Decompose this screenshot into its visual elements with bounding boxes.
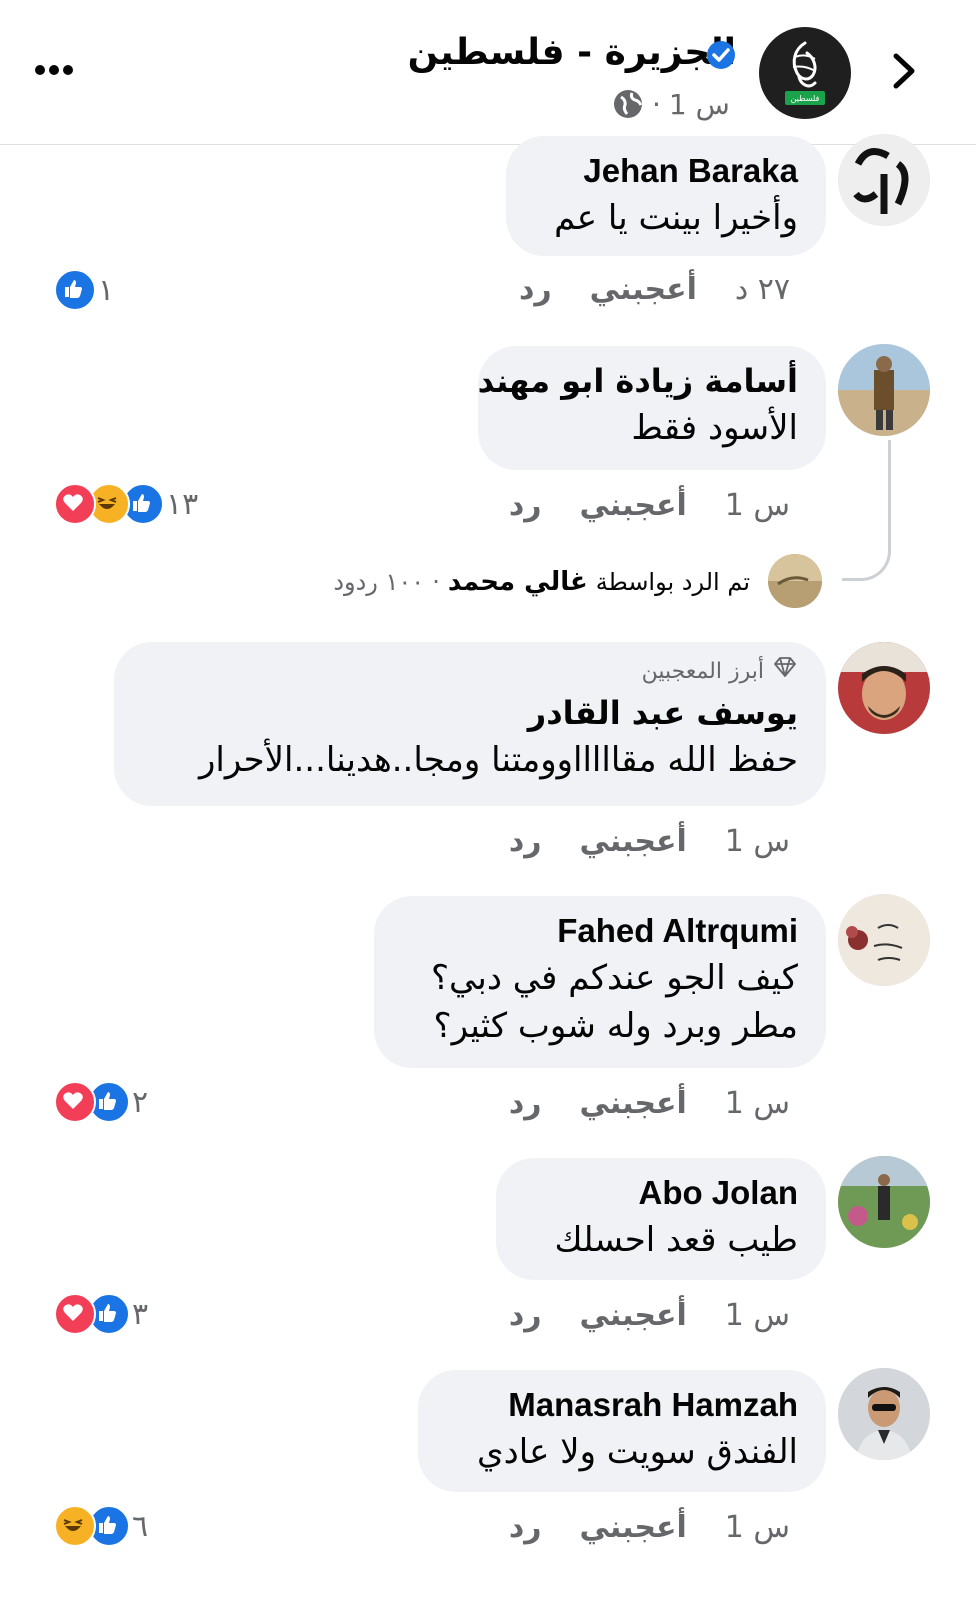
avatar[interactable] [838,894,930,986]
reply-button[interactable]: رد [509,1510,542,1545]
reaction-count: ٣ [132,1296,149,1332]
replies-prefix: تم الرد بواسطة [595,568,750,596]
replier-name: غالي محمد [447,567,588,597]
reply-button[interactable]: رد [509,488,542,523]
comment-text: طيب قعد احسلك [554,1220,798,1260]
love-reaction-icon [54,483,96,525]
comment-bubble: Abo Jolan طيب قعد احسلك [496,1158,826,1280]
comment-bubble: أبرز المعجبين يوسف عبد القادر حفظ الله م… [114,642,826,806]
comment-time[interactable]: 1 س [725,1298,790,1333]
comment-actions: 1 س أعجبني رد [509,1504,790,1550]
verified-badge-icon [706,40,736,70]
comment-text: الأسود فقط [631,408,798,448]
comment-actions: 1 س أعجبني رد [509,818,790,864]
page-title[interactable]: الجزيرة - فلسطين [408,32,736,73]
comment-actions: 1 س أعجبني رد [509,1292,790,1338]
comment-bubble: Manasrah Hamzah الفندق سويت ولا عادي [418,1370,826,1492]
like-button[interactable]: أعجبني [580,1510,687,1545]
like-button[interactable]: أعجبني [590,272,697,307]
replies-count: ١٠٠ ردود [333,568,425,596]
top-fan-badge: أبرز المعجبين [142,654,798,690]
reaction-count: ٦ [132,1508,149,1544]
comment-text-line: كيف الجو عندكم في دبي؟ [431,958,798,998]
like-reaction-icon [54,269,96,311]
replies-separator: · [432,568,440,596]
comment-text: حفظ الله مقاااااوومتنا ومجا..هدينا...الأ… [198,740,798,780]
avatar-label: فلسطين [791,94,820,103]
comment-text: الفندق سويت ولا عادي [476,1432,798,1472]
reply-button[interactable]: رد [509,1298,542,1333]
comment-text: وأخيرا بينت يا عم [554,198,798,238]
comment-author[interactable]: Abo Jolan [524,1170,798,1216]
meta-separator: · [652,87,661,121]
reaction-summary[interactable]: ٦ [54,1504,148,1548]
comment-time[interactable]: 1 س [725,824,790,859]
comment-time[interactable]: ٢٧ د [735,272,790,307]
comment-text-line: مطر وبرد وله شوب كثير؟ [433,1006,798,1046]
more-dots-icon[interactable] [30,48,90,92]
reply-button[interactable]: رد [509,824,542,859]
love-reaction-icon [54,1293,96,1335]
post-header: الجزيرة - فلسطين · 1 س فلسطين [0,0,976,145]
comment-author[interactable]: يوسف عبد القادر [142,690,798,736]
comment-actions: 1 س أعجبني رد [509,482,790,528]
comment-actions: 1 س أعجبني رد [509,1080,790,1126]
comment-time[interactable]: 1 س [725,1510,790,1545]
post-meta: · 1 س [612,84,730,124]
diamond-icon [772,654,798,690]
like-button[interactable]: أعجبني [580,824,687,859]
reply-button[interactable]: رد [519,272,552,307]
thread-connector [842,440,891,581]
reaction-summary[interactable]: ١٣ [54,482,198,526]
reply-avatar [768,554,822,608]
globe-icon [612,88,644,120]
comment-bubble: Jehan Baraka وأخيرا بينت يا عم [506,136,826,256]
reaction-count: ١٣ [166,486,199,522]
comment-bubble: أسامة زيادة ابو مهند الأسود فقط [478,346,826,470]
page-avatar[interactable]: فلسطين [759,27,851,119]
reaction-summary[interactable]: ٣ [54,1292,148,1336]
comment-time[interactable]: 1 س [725,1086,790,1121]
comment-author[interactable]: Jehan Baraka [534,148,798,194]
like-button[interactable]: أعجبني [580,488,687,523]
comment-bubble: Fahed Altrqumi كيف الجو عندكم في دبي؟ مط… [374,896,826,1068]
like-button[interactable]: أعجبني [580,1086,687,1121]
comment-actions: ٢٧ د أعجبني رد [519,266,790,312]
love-reaction-icon [54,1081,96,1123]
view-replies-link[interactable]: تم الرد بواسطة غالي محمد · ١٠٠ ردود [333,560,750,604]
reply-button[interactable]: رد [509,1086,542,1121]
haha-reaction-icon [54,1505,96,1547]
avatar[interactable] [838,344,930,436]
comment-author[interactable]: أسامة زيادة ابو مهند [478,358,798,404]
comment-time[interactable]: 1 س [725,488,790,523]
reaction-summary[interactable]: ١ [54,268,114,312]
avatar[interactable] [838,642,930,734]
like-button[interactable]: أعجبني [580,1298,687,1333]
chevron-right-icon[interactable] [880,48,926,94]
avatar[interactable] [838,134,930,226]
comment-author[interactable]: Fahed Altrqumi [402,908,798,954]
reaction-count: ٢ [132,1084,149,1120]
avatar[interactable] [838,1156,930,1248]
reaction-count: ١ [98,272,115,308]
reaction-summary[interactable]: ٢ [54,1080,148,1124]
badge-label: أبرز المعجبين [641,659,764,684]
avatar[interactable] [838,1368,930,1460]
post-time[interactable]: 1 س [669,88,730,121]
comment-author[interactable]: Manasrah Hamzah [446,1382,798,1428]
